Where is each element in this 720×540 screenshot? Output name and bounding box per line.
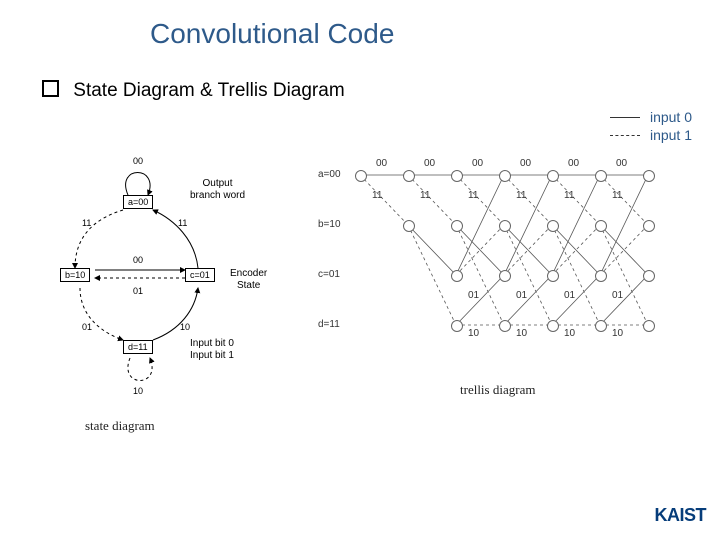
edge-cb: 01 bbox=[82, 322, 92, 332]
page-title: Convolutional Code bbox=[150, 18, 394, 50]
tnode bbox=[547, 270, 559, 282]
tnode bbox=[595, 270, 607, 282]
top-00-1: 00 bbox=[424, 158, 435, 169]
top-00-5: 00 bbox=[616, 158, 627, 169]
tnode bbox=[451, 170, 463, 182]
legend-label-0: input 0 bbox=[650, 109, 692, 125]
tnode bbox=[403, 170, 415, 182]
tnode bbox=[643, 270, 655, 282]
tnode bbox=[643, 320, 655, 332]
legend-label-1: input 1 bbox=[650, 127, 692, 143]
top-00-3: 00 bbox=[520, 158, 531, 169]
edge-ab: 11 bbox=[82, 218, 91, 228]
tnode bbox=[595, 220, 607, 232]
kaist-logo: KAIST bbox=[655, 505, 707, 526]
edge-dc: 10 bbox=[180, 322, 190, 332]
state-node-c: c=01 bbox=[185, 268, 215, 282]
anno-output-text: Outputbranch word bbox=[190, 178, 245, 201]
edge-bd: 00 bbox=[133, 255, 143, 265]
edge-ba: 11 bbox=[178, 218, 187, 228]
diag-10-1: 10 bbox=[516, 328, 527, 339]
diag-11-2: 11 bbox=[468, 190, 478, 201]
tnode bbox=[451, 270, 463, 282]
tnode bbox=[499, 270, 511, 282]
edge-dd: 10 bbox=[133, 386, 143, 396]
diag-10-2: 10 bbox=[564, 328, 575, 339]
diag-01-3: 01 bbox=[612, 290, 623, 301]
tnode bbox=[595, 170, 607, 182]
trellis-diagram: a=00 b=10 c=01 d=11 00 00 00 00 00 00 11… bbox=[310, 150, 705, 370]
diag-01-2: 01 bbox=[564, 290, 575, 301]
tnode bbox=[547, 170, 559, 182]
tnode bbox=[451, 220, 463, 232]
anno-input: Input bit 0Input bit 1 bbox=[190, 338, 234, 362]
trellis-row-d: d=11 bbox=[318, 319, 340, 330]
state-node-d: d=11 bbox=[123, 340, 153, 354]
edge-ca: 01 bbox=[133, 286, 143, 296]
caption-state: state diagram bbox=[85, 418, 155, 434]
legend-row-1: input 1 bbox=[610, 126, 692, 144]
diag-10-0: 10 bbox=[468, 328, 479, 339]
diag-10-3: 10 bbox=[612, 328, 623, 339]
trellis-row-b: b=10 bbox=[318, 219, 341, 230]
subtitle-row: State Diagram & Trellis Diagram bbox=[42, 80, 345, 102]
anno-input-text: Input bit 0Input bit 1 bbox=[190, 338, 234, 361]
tnode bbox=[403, 220, 415, 232]
bullet-square-icon bbox=[42, 80, 59, 97]
tnode bbox=[499, 320, 511, 332]
trellis-row-a: a=00 bbox=[318, 169, 341, 180]
diag-01-0: 01 bbox=[468, 290, 479, 301]
tnode bbox=[355, 170, 367, 182]
diag-11-3: 11 bbox=[516, 190, 526, 201]
anno-output: Outputbranch word bbox=[190, 178, 245, 202]
diag-11-5: 11 bbox=[612, 190, 622, 201]
edge-aa: 00 bbox=[133, 156, 143, 166]
tnode bbox=[499, 220, 511, 232]
legend-dashed-line-icon bbox=[610, 135, 640, 136]
caption-trellis: trellis diagram bbox=[460, 382, 535, 398]
state-node-a: a=00 bbox=[123, 195, 153, 209]
state-node-b: b=10 bbox=[60, 268, 90, 282]
tnode bbox=[643, 220, 655, 232]
top-00-0: 00 bbox=[376, 158, 387, 169]
diag-11-4: 11 bbox=[564, 190, 574, 201]
top-00-4: 00 bbox=[568, 158, 579, 169]
tnode bbox=[451, 320, 463, 332]
anno-encoder-text: EncoderState bbox=[230, 268, 267, 291]
logo-text: KAIST bbox=[655, 505, 707, 525]
state-diagram: a=00 b=10 c=01 d=11 00 11 11 00 01 10 01… bbox=[20, 140, 360, 400]
tnode bbox=[547, 220, 559, 232]
diag-01-1: 01 bbox=[516, 290, 527, 301]
top-00-2: 00 bbox=[472, 158, 483, 169]
tnode bbox=[547, 320, 559, 332]
anno-encoder: EncoderState bbox=[230, 268, 267, 292]
diag-11-0: 11 bbox=[372, 190, 382, 201]
tnode bbox=[499, 170, 511, 182]
subtitle-text: State Diagram & Trellis Diagram bbox=[73, 80, 344, 101]
slide: Convolutional Code State Diagram & Trell… bbox=[0, 0, 720, 540]
legend: input 0 input 1 bbox=[610, 108, 692, 144]
trellis-svg bbox=[310, 150, 705, 370]
trellis-row-c: c=01 bbox=[318, 269, 340, 280]
tnode bbox=[595, 320, 607, 332]
legend-solid-line-icon bbox=[610, 117, 640, 118]
tnode bbox=[643, 170, 655, 182]
legend-row-0: input 0 bbox=[610, 108, 692, 126]
diag-11-1: 11 bbox=[420, 190, 430, 201]
